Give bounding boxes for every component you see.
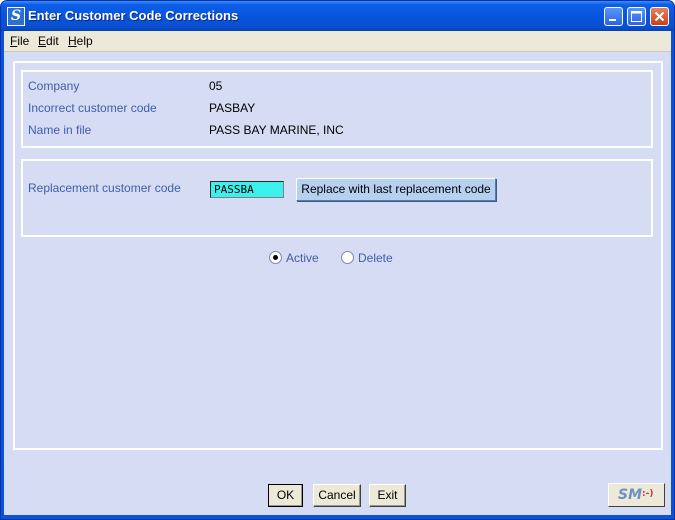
- close-icon: [654, 11, 665, 22]
- maximize-button[interactable]: [627, 7, 646, 26]
- smiley-icon: :-): [642, 489, 654, 499]
- replace-with-last-button[interactable]: Replace with last replacement code: [296, 178, 496, 201]
- menu-edit[interactable]: Edit: [38, 34, 59, 48]
- menu-bar: File Edit Help: [4, 31, 671, 52]
- delete-radio-label: Delete: [358, 251, 393, 265]
- menu-file[interactable]: File: [10, 34, 29, 48]
- radio-selected-dot: [273, 255, 278, 260]
- menu-edit-rest: dit: [46, 34, 59, 48]
- title-bar[interactable]: S Enter Customer Code Corrections: [1, 1, 674, 31]
- sm-logo-button[interactable]: SM :-): [608, 483, 665, 507]
- exit-button[interactable]: Exit: [369, 484, 406, 507]
- client-area: File Edit Help Company 05 Incorrect cust…: [4, 31, 671, 515]
- menu-help-rest: elp: [76, 34, 93, 48]
- incorrect-code-value: PASBAY: [209, 101, 256, 115]
- company-label: Company: [28, 79, 80, 93]
- menu-help[interactable]: Help: [68, 34, 93, 48]
- replacement-code-input[interactable]: [210, 181, 284, 198]
- name-in-file-value: PASS BAY MARINE, INC: [209, 123, 344, 137]
- window-title: Enter Customer Code Corrections: [28, 8, 239, 23]
- app-window: S Enter Customer Code Corrections File E…: [0, 0, 675, 520]
- menu-file-rest: ile: [17, 34, 30, 48]
- radio-circle-delete: [341, 251, 354, 264]
- minimize-icon: [609, 19, 616, 21]
- app-icon[interactable]: S: [7, 7, 25, 26]
- ok-button[interactable]: OK: [268, 484, 303, 507]
- incorrect-code-label: Incorrect customer code: [28, 101, 157, 115]
- menu-edit-accel: E: [38, 34, 47, 48]
- minimize-button[interactable]: [604, 7, 623, 26]
- menu-help-accel: H: [68, 34, 77, 48]
- cancel-button[interactable]: Cancel: [313, 484, 361, 507]
- maximize-icon: [631, 11, 642, 22]
- sm-logo-text: SM: [618, 487, 643, 503]
- name-in-file-label: Name in file: [28, 123, 92, 137]
- active-radio-label: Active: [286, 251, 319, 265]
- replacement-code-label: Replacement customer code: [28, 181, 181, 195]
- company-value: 05: [209, 79, 223, 93]
- radio-circle-active: [269, 251, 282, 264]
- close-button[interactable]: [650, 7, 669, 26]
